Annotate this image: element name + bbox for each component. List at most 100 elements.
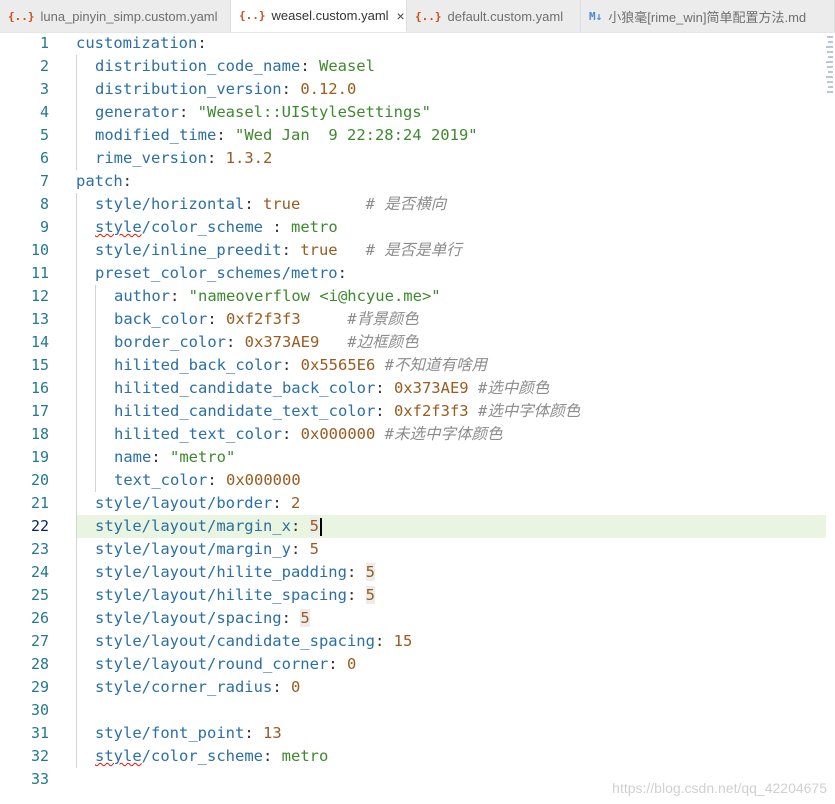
line-code: style/layout/hilite_spacing: 5 [95, 584, 375, 607]
line-number: 23 [30, 540, 49, 558]
line-code: style/font_point: 13 [95, 722, 282, 745]
line-code: style/layout/margin_y: 5 [95, 538, 319, 561]
line-code: distribution_code_name: Weasel [95, 55, 375, 78]
code-token: : [374, 632, 394, 650]
tab-1[interactable]: {..} weasel.custom.yaml × [231, 0, 407, 32]
code-line[interactable]: 17 hilited_candidate_text_color: 0xf2f3f3… [0, 400, 835, 423]
code-line[interactable]: 22 style/layout/margin_x: 5 [0, 515, 835, 538]
code-token: : [346, 586, 366, 604]
line-number: 3 [39, 80, 49, 98]
code-line[interactable]: 30 [0, 699, 835, 722]
code-line[interactable]: 28 style/layout/round_corner: 0 [0, 653, 835, 676]
line-number: 9 [39, 218, 49, 236]
tab-3[interactable]: M↓ 小狼毫[rime_win]简单配置方法.md [581, 0, 835, 32]
code-line[interactable]: 9 style/color_scheme : metro [0, 216, 835, 239]
code-line[interactable]: 18 hilited_text_color: 0x000000 #未选中字体颜色 [0, 423, 835, 446]
indent-guide [76, 607, 77, 630]
line-code: style/layout/round_corner: 0 [95, 653, 356, 676]
code-token: patch [76, 172, 123, 190]
line-number: 11 [30, 264, 49, 282]
code-line[interactable]: 23 style/layout/margin_y: 5 [0, 538, 835, 561]
code-token: #选中颜色 [477, 379, 550, 397]
code-token: # 是否是单行 [365, 241, 462, 259]
tab-0[interactable]: {..} luna_pinyin_simp.custom.yaml [0, 0, 231, 32]
code-line[interactable]: 3 distribution_version: 0.12.0 [0, 78, 835, 101]
line-code: patch: [76, 170, 132, 193]
indent-guide [76, 492, 77, 515]
code-token: true [262, 195, 301, 213]
line-code: hilited_candidate_back_color: 0x373AE9 #… [114, 377, 549, 400]
tab-2[interactable]: {..} default.custom.yaml [407, 0, 581, 32]
code-line[interactable]: 5 modified_time: "Wed Jan 9 22:28:24 2019… [0, 124, 835, 147]
indent-guide [76, 699, 77, 722]
line-number: 32 [30, 747, 49, 765]
indent-guide [76, 101, 77, 124]
code-token: 5 [365, 563, 375, 581]
code-line[interactable]: 26 style/layout/spacing: 5 [0, 607, 835, 630]
code-token: : [207, 310, 226, 328]
indent-guide [76, 561, 77, 584]
code-line[interactable]: 19 name: "metro" [0, 446, 835, 469]
code-editor[interactable]: 1 customization: 2 distribution_code_name: … [0, 32, 835, 804]
line-code: hilited_candidate_text_color: 0xf2f3f3 #… [114, 400, 580, 423]
code-token: : [206, 149, 226, 167]
line-number: 20 [30, 471, 49, 489]
code-token: : [263, 218, 291, 236]
code-token: : [300, 57, 319, 75]
code-line[interactable]: 4 generator: "Weasel::UIStyleSettings" [0, 101, 835, 124]
line-number: 5 [39, 126, 49, 144]
code-line[interactable]: 32 style/color_scheme: metro [0, 745, 835, 768]
code-token: style/horizontal [95, 195, 245, 213]
code-token: 5 [309, 517, 319, 535]
code-line[interactable]: 8 style/horizontal: true # 是否横向 [0, 193, 835, 216]
code-line[interactable]: 2 distribution_code_name: Weasel [0, 55, 835, 78]
code-token: 1.3.2 [225, 149, 273, 167]
code-line[interactable]: 10 style/inline_preedit: true # 是否是单行 [0, 239, 835, 262]
code-token: 5 [365, 586, 375, 604]
indent-guide [76, 262, 77, 285]
code-token: distribution_version [95, 80, 282, 98]
indent-guide [76, 239, 77, 262]
code-line[interactable]: 31 style/font_point: 13 [0, 722, 835, 745]
code-token: back_color [114, 310, 208, 328]
close-icon[interactable]: × [397, 8, 405, 24]
code-line[interactable]: 12 author: "nameoverflow <i@hcyue.me>" [0, 285, 835, 308]
line-number: 14 [30, 333, 49, 351]
code-token: #背景颜色 [347, 310, 419, 328]
code-token: : [122, 172, 133, 190]
code-line[interactable]: 7 patch: [0, 170, 835, 193]
code-line[interactable]: 16 hilited_candidate_back_color: 0x373AE9… [0, 377, 835, 400]
code-token: #边框颜色 [347, 333, 419, 351]
code-line[interactable]: 14 border_color: 0x373AE9 #边框颜色 [0, 331, 835, 354]
line-number: 22 [30, 517, 49, 535]
line-number: 18 [30, 425, 49, 443]
code-line[interactable]: 13 back_color: 0xf2f3f3 #背景颜色 [0, 308, 835, 331]
code-token: 15 [393, 632, 413, 650]
indent-guide [76, 147, 77, 170]
code-line[interactable]: 29 style/corner_radius: 0 [0, 676, 835, 699]
code-token: : [375, 402, 394, 420]
code-token: author [114, 287, 170, 305]
code-token: preset_color_schemes/metro [95, 264, 338, 282]
indent-guide [76, 469, 77, 492]
code-token: style/layout/margin_x [95, 517, 291, 535]
code-line[interactable]: 20 text_color: 0x000000 [0, 469, 835, 492]
code-token: : [281, 609, 301, 627]
code-token: hilited_candidate_text_color [114, 402, 376, 420]
code-line[interactable]: 1 customization: [0, 32, 835, 55]
code-token: 0xf2f3f3 [226, 310, 301, 328]
code-line[interactable]: 15 hilited_back_color: 0x5565E6 #不知道有啥用 [0, 354, 835, 377]
code-line[interactable]: 21 style/layout/border: 2 [0, 492, 835, 515]
code-token: : [151, 448, 170, 466]
line-number: 17 [30, 402, 49, 420]
code-line[interactable]: 6 rime_version: 1.3.2 [0, 147, 835, 170]
code-line[interactable]: 27 style/layout/candidate_spacing: 15 [0, 630, 835, 653]
code-line[interactable]: 24 style/layout/hilite_padding: 5 [0, 561, 835, 584]
code-line[interactable]: 25 style/layout/hilite_spacing: 5 [0, 584, 835, 607]
code-token: : [179, 103, 198, 121]
code-line[interactable]: 11 preset_color_schemes/metro: [0, 262, 835, 285]
line-number: 7 [39, 172, 49, 190]
indent-guide [76, 446, 77, 469]
text-cursor [319, 517, 322, 536]
